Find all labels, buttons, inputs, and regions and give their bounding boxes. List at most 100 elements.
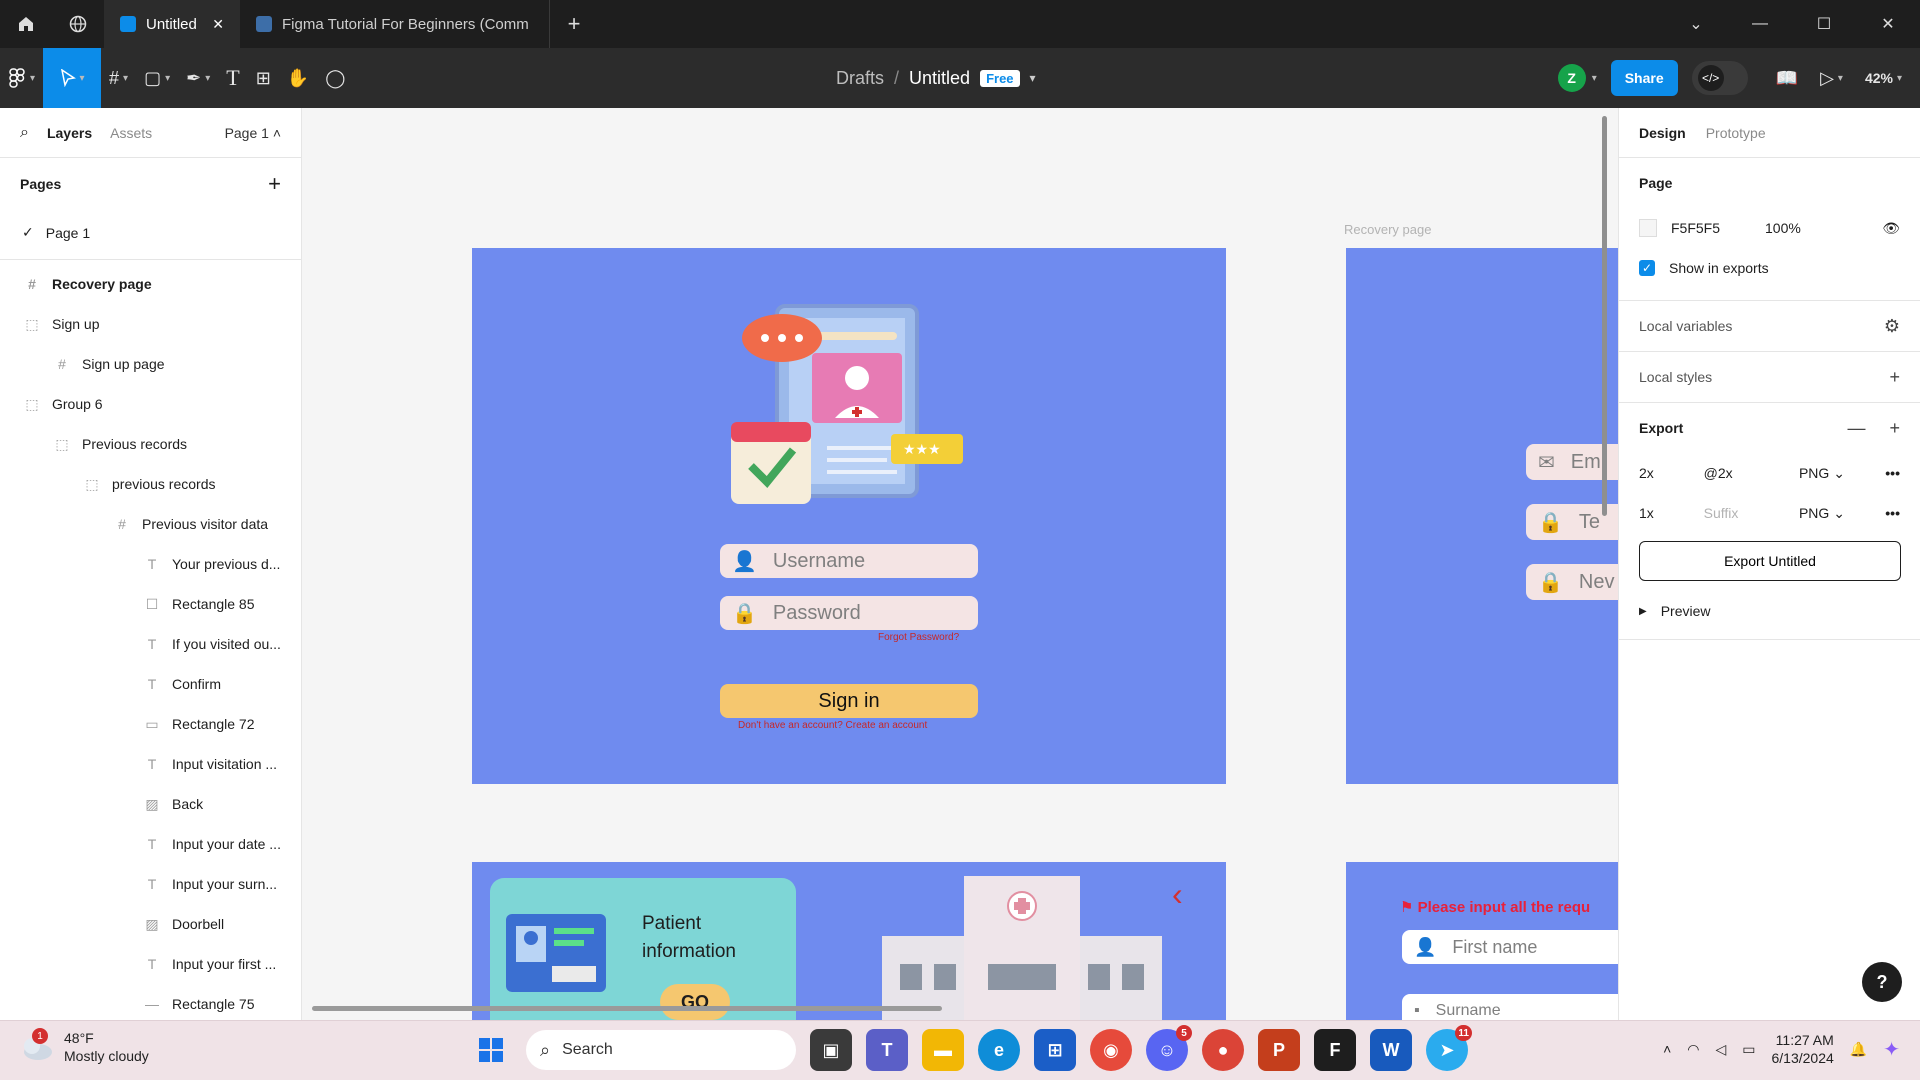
- store-icon[interactable]: ⊞: [1034, 1029, 1076, 1071]
- breadcrumb-drafts[interactable]: Drafts: [836, 68, 884, 89]
- comment-tool[interactable]: ◯: [317, 48, 353, 108]
- layer-item[interactable]: ☐ Rectangle 85: [0, 584, 301, 624]
- app-icon[interactable]: ◉: [1090, 1029, 1132, 1071]
- page-color-value[interactable]: F5F5F5: [1671, 220, 1751, 236]
- add-style-button[interactable]: +: [1889, 367, 1900, 388]
- present-button[interactable]: ▷ ▾: [1812, 48, 1851, 108]
- first-name-field[interactable]: 👤 First name: [1402, 930, 1618, 964]
- figma-app-icon[interactable]: F: [1314, 1029, 1356, 1071]
- password-field[interactable]: 🔒 Password: [720, 596, 978, 630]
- chevron-down-icon[interactable]: ▾: [1030, 71, 1036, 85]
- remove-export-button[interactable]: —: [1847, 418, 1865, 439]
- page-color-row[interactable]: F5F5F5 100% 👁: [1639, 208, 1900, 248]
- word-icon[interactable]: W: [1370, 1029, 1412, 1071]
- search-icon[interactable]: ⌕: [20, 124, 29, 142]
- export-format[interactable]: PNG ⌄: [1799, 465, 1871, 482]
- tab-assets[interactable]: Assets: [110, 125, 152, 141]
- recovery-frame[interactable]: ✉ Em 🔒 Te 🔒 Nev: [1346, 248, 1618, 784]
- layer-item[interactable]: ▭ Rectangle 72: [0, 704, 301, 744]
- layer-item[interactable]: T Your previous d...: [0, 544, 301, 584]
- minimize-button[interactable]: —: [1728, 0, 1792, 48]
- layer-item[interactable]: — Rectangle 75: [0, 984, 301, 1024]
- page-item[interactable]: ✓ Page 1: [0, 210, 301, 260]
- eye-icon[interactable]: 👁: [1882, 220, 1900, 237]
- copilot-icon[interactable]: ✦: [1883, 1037, 1900, 1062]
- wifi-icon[interactable]: ◠: [1687, 1041, 1699, 1058]
- edge-icon[interactable]: e: [978, 1029, 1020, 1071]
- more-options-icon[interactable]: •••: [1885, 465, 1900, 481]
- export-button[interactable]: Export Untitled: [1639, 541, 1901, 581]
- layer-item[interactable]: # Recovery page: [0, 264, 301, 304]
- variables-icon[interactable]: ⚙: [1884, 316, 1900, 337]
- export-scale[interactable]: 1x: [1639, 505, 1690, 521]
- layer-item[interactable]: T Input your surn...: [0, 864, 301, 904]
- home-icon[interactable]: [0, 0, 52, 48]
- patient-form-frame[interactable]: ⚑ Please input all the requ 👤 First name …: [1346, 862, 1618, 1020]
- frame-label-recovery[interactable]: Recovery page: [1344, 222, 1431, 237]
- create-account-link[interactable]: Don't have an account? Create an account: [738, 720, 927, 731]
- add-page-button[interactable]: +: [268, 171, 281, 197]
- teams-icon[interactable]: T: [866, 1029, 908, 1071]
- layer-item[interactable]: ⬚ Sign up: [0, 304, 301, 344]
- layer-item[interactable]: T If you visited ou...: [0, 624, 301, 664]
- export-suffix[interactable]: @2x: [1704, 465, 1785, 481]
- telegram-icon[interactable]: ➤ 11: [1426, 1025, 1472, 1071]
- volume-icon[interactable]: ◁: [1715, 1041, 1726, 1058]
- new-password-field[interactable]: 🔒 Nev: [1526, 564, 1618, 600]
- go-button[interactable]: GO: [660, 984, 730, 1020]
- weather-widget[interactable]: 1 48°F Mostly cloudy: [20, 1028, 149, 1065]
- main-menu-button[interactable]: ▾: [0, 48, 43, 108]
- resources-tool[interactable]: ⊞: [248, 48, 279, 108]
- taskbar-search[interactable]: ⌕ Search: [526, 1030, 796, 1070]
- task-view-icon[interactable]: ▣: [810, 1029, 852, 1071]
- horizontal-scrollbar[interactable]: [312, 1006, 942, 1011]
- tab-layers[interactable]: Layers: [47, 125, 92, 141]
- preview-row[interactable]: ▶ Preview: [1639, 591, 1900, 631]
- dev-mode-toggle[interactable]: </>: [1691, 61, 1748, 95]
- tab-figma-tutorial[interactable]: Figma Tutorial For Beginners (Comm: [240, 0, 550, 48]
- powerpoint-icon[interactable]: P: [1258, 1029, 1300, 1071]
- layer-item[interactable]: # Sign up page: [0, 344, 301, 384]
- chevron-up-icon[interactable]: ˄: [1663, 1041, 1671, 1057]
- canvas[interactable]: ★★★ 👤 Username 🔒 Password Forgot Passwor…: [302, 108, 1618, 1020]
- layer-item[interactable]: ⬚ Previous records: [0, 424, 301, 464]
- shape-tool[interactable]: ▢ ▾: [136, 48, 178, 108]
- new-tab-button[interactable]: +: [550, 11, 598, 37]
- chevron-down-icon[interactable]: ⌄: [1664, 0, 1728, 48]
- layer-item[interactable]: ⬚ previous records: [0, 464, 301, 504]
- hand-tool[interactable]: ✋: [279, 48, 317, 108]
- checkbox-icon[interactable]: ✓: [1639, 260, 1655, 276]
- text-tool[interactable]: T: [218, 48, 247, 108]
- signin-button[interactable]: Sign in: [720, 684, 978, 718]
- layer-item[interactable]: T Confirm: [0, 664, 301, 704]
- help-button[interactable]: ?: [1862, 962, 1902, 1002]
- discord-icon[interactable]: ☺ 5: [1146, 1025, 1192, 1071]
- back-chevron-icon[interactable]: ‹: [1172, 876, 1183, 913]
- library-button[interactable]: 📖: [1768, 48, 1806, 108]
- close-icon[interactable]: ✕: [212, 16, 224, 33]
- local-variables-label[interactable]: Local variables: [1639, 318, 1732, 334]
- username-field[interactable]: 👤 Username: [720, 544, 978, 578]
- layer-item[interactable]: ▨ Back: [0, 784, 301, 824]
- clock[interactable]: 11:27 AM 6/13/2024: [1772, 1031, 1834, 1067]
- layer-item[interactable]: ▨ Doorbell: [0, 904, 301, 944]
- more-options-icon[interactable]: •••: [1885, 505, 1900, 521]
- export-format[interactable]: PNG ⌄: [1799, 505, 1871, 522]
- surname-field[interactable]: ▪ Surname: [1402, 994, 1618, 1020]
- bell-icon[interactable]: 🔔: [1850, 1041, 1867, 1058]
- share-button[interactable]: Share: [1610, 60, 1678, 96]
- tab-untitled[interactable]: Untitled ✕: [104, 0, 240, 48]
- file-name[interactable]: Untitled: [909, 68, 970, 89]
- globe-icon[interactable]: [52, 0, 104, 48]
- window-close-button[interactable]: ✕: [1856, 0, 1920, 48]
- tab-design[interactable]: Design: [1639, 125, 1686, 141]
- export-suffix[interactable]: Suffix: [1704, 505, 1785, 521]
- signin-frame[interactable]: ★★★ 👤 Username 🔒 Password Forgot Passwor…: [472, 248, 1226, 784]
- color-swatch[interactable]: [1639, 219, 1657, 237]
- windows-start-icon[interactable]: [470, 1029, 512, 1071]
- export-scale[interactable]: 2x: [1639, 465, 1690, 481]
- vertical-scrollbar[interactable]: [1602, 116, 1607, 516]
- frame-tool[interactable]: # ▾: [101, 48, 136, 108]
- tab-prototype[interactable]: Prototype: [1706, 125, 1766, 141]
- layer-item[interactable]: T Input visitation ...: [0, 744, 301, 784]
